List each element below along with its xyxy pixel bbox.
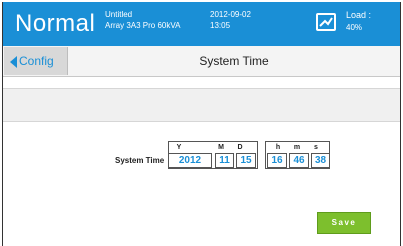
nav-bar: Config System Time xyxy=(3,46,400,77)
minute-field[interactable]: 46 xyxy=(289,153,309,168)
file-name: Untitled xyxy=(105,10,133,19)
system-time-label: System Time xyxy=(115,156,165,165)
status-header: Normal Untitled Array 3A3 Pro 60kVA 2012… xyxy=(3,2,400,46)
section-band xyxy=(3,88,400,122)
page-title: System Time xyxy=(199,54,269,68)
back-button-label: Config xyxy=(19,54,54,68)
load-gauge-icon[interactable] xyxy=(316,13,336,31)
back-button[interactable]: Config xyxy=(4,47,68,75)
load-value: 40% xyxy=(346,23,363,32)
array-info: Array 3A3 Pro 60kVA xyxy=(105,21,181,30)
hour-field[interactable]: 16 xyxy=(267,153,287,168)
year-field[interactable]: 2012 xyxy=(168,153,212,168)
header-date: 2012-09-02 xyxy=(210,10,251,19)
second-field[interactable]: 38 xyxy=(311,153,330,168)
ups-mode: Normal xyxy=(15,10,96,37)
app-window: Normal Untitled Array 3A3 Pro 60kVA 2012… xyxy=(2,2,401,246)
load-label: Load : xyxy=(346,10,372,20)
month-field[interactable]: 11 xyxy=(215,153,234,168)
back-arrow-icon xyxy=(10,56,17,68)
header-time: 13:05 xyxy=(210,21,231,30)
save-button[interactable]: Save xyxy=(317,212,371,234)
day-field[interactable]: 15 xyxy=(236,153,256,168)
